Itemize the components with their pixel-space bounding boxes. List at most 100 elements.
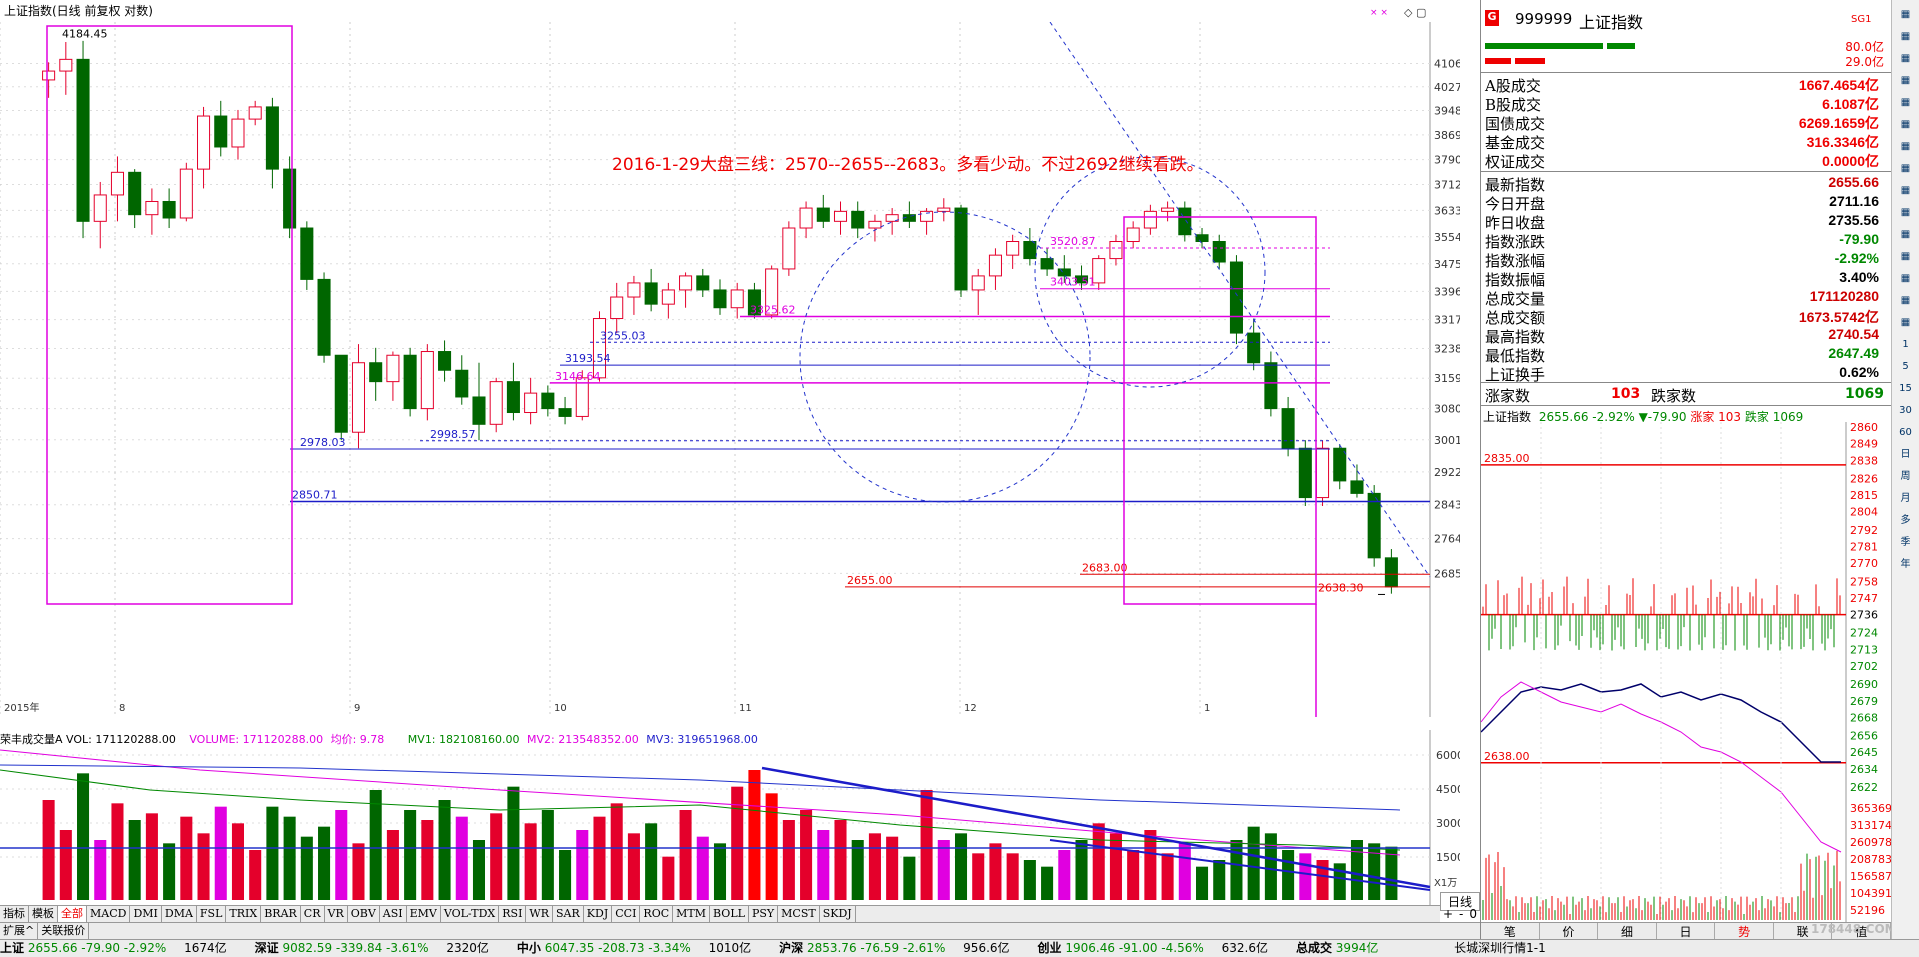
indicator-tab-obv[interactable]: OBV: [348, 906, 380, 922]
sub-tabs: 扩展^ 关联报价: [0, 922, 1480, 939]
grid-icon[interactable]: ▦: [1897, 74, 1915, 88]
zoom-icon[interactable]: ▦: [1897, 140, 1915, 154]
period-30[interactable]: 30: [1897, 404, 1915, 418]
volume-bar: [627, 833, 640, 900]
volume-chart[interactable]: 60000 45000 30000 15000 X1万: [0, 730, 1460, 905]
status-item[interactable]: 总成交 3994亿: [1296, 941, 1410, 955]
candle-body: [420, 351, 434, 410]
indicator-tab-cci[interactable]: CCI: [612, 906, 641, 922]
candle-body: [988, 254, 1002, 277]
refresh-icon[interactable]: ▦: [1897, 316, 1915, 330]
rsi-icon[interactable]: ▦: [1897, 228, 1915, 242]
period-年[interactable]: 年: [1897, 558, 1915, 572]
candle-body: [679, 275, 693, 291]
pen-icon[interactable]: ▦: [1897, 272, 1915, 286]
volume-bar: [972, 853, 985, 900]
intraday-tab[interactable]: 细: [1598, 923, 1657, 939]
price-chart[interactable]: 4106 4027 3948 3869 3790 3712 3633 3554 3475 3396…: [0, 22, 1460, 717]
down-icon[interactable]: ▦: [1897, 52, 1915, 66]
indicator-tab-brar[interactable]: BRAR: [261, 906, 301, 922]
candle-body: [868, 220, 882, 229]
volume-bar: [1282, 850, 1295, 900]
period-周[interactable]: 周: [1897, 470, 1915, 484]
sub-tab[interactable]: 关联报价: [38, 923, 90, 939]
period-5[interactable]: 5: [1897, 360, 1915, 374]
indicator-tab-asi[interactable]: ASI: [380, 906, 407, 922]
chart-icon[interactable]: ▦: [1897, 8, 1915, 22]
stat-row: 今日开盘 2711.16: [1485, 193, 1879, 213]
status-item[interactable]: 上证 2655.66 -79.90 -2.92% 1674亿: [0, 941, 241, 955]
indicator-tab-roc[interactable]: ROC: [640, 906, 674, 922]
period-15[interactable]: 15: [1897, 382, 1915, 396]
candle-body: [1143, 210, 1157, 229]
candle-body: [162, 200, 176, 219]
indicator-tab-kdj[interactable]: KDJ: [584, 906, 613, 922]
period-季[interactable]: 季: [1897, 536, 1915, 550]
fx-icon[interactable]: ▦: [1897, 184, 1915, 198]
indicator-tab-模板[interactable]: 模板: [29, 906, 58, 922]
table-icon[interactable]: ▦: [1897, 118, 1915, 132]
indicator-tab-sar[interactable]: SAR: [553, 906, 584, 922]
indicator-tab-dma[interactable]: DMA: [162, 906, 197, 922]
fs-icon[interactable]: ▦: [1897, 294, 1915, 308]
indicator-tab-mcst[interactable]: MCST: [778, 906, 820, 922]
period-月[interactable]: 月: [1897, 492, 1915, 506]
period-多[interactable]: 多: [1897, 514, 1915, 528]
zoom-reset-button[interactable]: 0: [1469, 907, 1477, 921]
volume-bar: [490, 813, 503, 900]
indicator-tab-rsi[interactable]: RSI: [499, 906, 527, 922]
volume-label: VOLUME: 171120288.00: [189, 733, 324, 746]
circle-icon[interactable]: ▦: [1897, 206, 1915, 220]
mini-tick: 2702: [1850, 660, 1878, 673]
zoom-in-button[interactable]: +: [1443, 907, 1453, 921]
mini-tick: 2713: [1850, 643, 1878, 656]
candle-body: [851, 210, 865, 229]
mini-tick: 2736: [1850, 609, 1878, 622]
indicator-tab-fsl[interactable]: FSL: [197, 906, 227, 922]
close-icon[interactable]: × ×: [1370, 8, 1388, 18]
indicator-tab-全部[interactable]: 全部: [58, 906, 87, 922]
candle-body: [644, 282, 658, 305]
indicator-tab-trix[interactable]: TRIX: [226, 906, 262, 922]
chart-title: 上证指数(日线 前复权 对数): [0, 0, 1460, 22]
intraday-tab[interactable]: 日: [1657, 923, 1716, 939]
intraday-tab[interactable]: 势: [1715, 923, 1774, 939]
status-item[interactable]: 中小 6047.35 -208.73 -3.34% 1010亿: [517, 941, 765, 955]
sub-tab[interactable]: 扩展^: [0, 923, 39, 939]
period-日[interactable]: 日: [1897, 448, 1915, 462]
intraday-chart[interactable]: 2860 2849 2838 2826 2815 2804 2792 2781 2770 2758…: [1481, 422, 1891, 922]
status-item[interactable]: 沪深 2853.76 -76.59 -2.61% 956.6亿: [779, 941, 1023, 955]
stock-name: 上证指数: [1579, 13, 1644, 32]
indicator-tab-psy[interactable]: PSY: [749, 906, 779, 922]
volume-bar: [610, 803, 623, 900]
indicator-tab-skdj[interactable]: SKDJ: [820, 906, 856, 922]
intraday-tab[interactable]: 价: [1540, 923, 1599, 939]
indicator-tab-boll[interactable]: BOLL: [710, 906, 749, 922]
volume-svg: 60000 45000 30000 15000 X1万: [0, 730, 1460, 905]
bars-icon[interactable]: ▦: [1897, 162, 1915, 176]
indicator-tab-vr[interactable]: VR: [325, 906, 348, 922]
intraday-tab[interactable]: 笔: [1481, 923, 1540, 939]
indicator-tab-macd[interactable]: MACD: [87, 906, 131, 922]
indicator-tab-dmi[interactable]: DMI: [130, 906, 162, 922]
indicator-tab-指标[interactable]: 指标: [0, 906, 29, 922]
indicator-tab-cr[interactable]: CR: [301, 906, 325, 922]
period-1[interactable]: 1: [1897, 338, 1915, 352]
mini-tick: 2758: [1850, 575, 1878, 588]
status-item[interactable]: 创业 1906.46 -91.00 -4.56% 632.6亿: [1038, 941, 1282, 955]
move-icon[interactable]: ▦: [1897, 250, 1915, 264]
list-icon[interactable]: ▦: [1897, 96, 1915, 110]
indicator-tab-vol-tdx[interactable]: VOL-TDX: [441, 906, 500, 922]
candle-body: [403, 354, 417, 410]
status-item[interactable]: 深证 9082.59 -339.84 -3.61% 2320亿: [255, 941, 503, 955]
up-icon[interactable]: ▦: [1897, 30, 1915, 44]
candle-body: [489, 381, 503, 425]
indicator-tab-mtm[interactable]: MTM: [673, 906, 711, 922]
indicator-tab-wr[interactable]: WR: [526, 906, 554, 922]
window-controls[interactable]: ◇ ▢: [1404, 6, 1426, 19]
indicator-tab-emv[interactable]: EMV: [407, 906, 441, 922]
mini-level-label: 2638.00: [1484, 750, 1530, 763]
volume-bar: [438, 800, 451, 900]
period-60[interactable]: 60: [1897, 426, 1915, 440]
zoom-out-button[interactable]: -: [1459, 907, 1463, 921]
